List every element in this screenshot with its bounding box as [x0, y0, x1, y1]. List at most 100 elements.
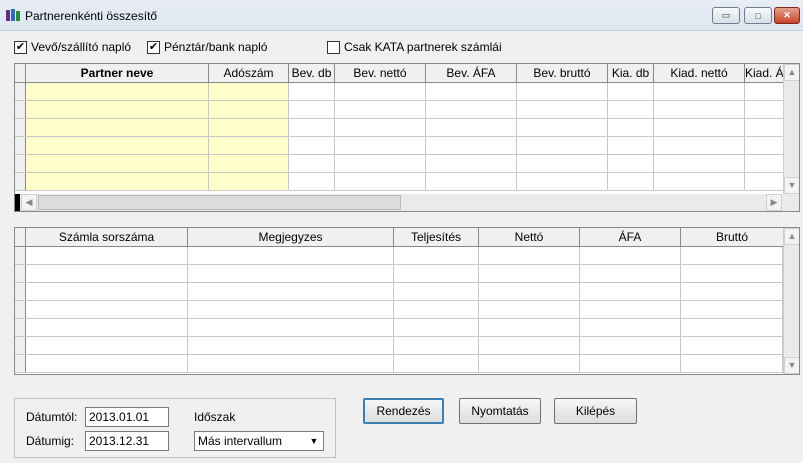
table-cell[interactable]	[289, 173, 335, 190]
table-cell[interactable]	[188, 355, 394, 372]
table-cell[interactable]	[479, 265, 580, 282]
table-cell[interactable]	[681, 319, 783, 336]
table-cell[interactable]	[426, 101, 517, 118]
sort-button[interactable]: Rendezés	[363, 398, 444, 424]
table-cell[interactable]	[608, 101, 654, 118]
table-cell[interactable]	[517, 101, 608, 118]
vevo-checkbox[interactable]: ✔ Vevő/szállító napló	[14, 40, 131, 54]
col-bev-db[interactable]: Bev. db	[289, 64, 335, 83]
table-row[interactable]	[15, 155, 785, 173]
table-cell[interactable]	[517, 119, 608, 136]
row-indicator[interactable]	[15, 173, 26, 190]
table-cell[interactable]	[681, 265, 783, 282]
period-select[interactable]: Más intervallum ▼	[194, 431, 324, 451]
col-brutto[interactable]: Bruttó	[681, 228, 783, 247]
row-indicator[interactable]	[15, 301, 26, 318]
col-szamla-sorszama[interactable]: Számla sorszáma	[26, 228, 188, 247]
table-cell[interactable]	[289, 83, 335, 100]
table-cell[interactable]	[654, 101, 745, 118]
print-button[interactable]: Nyomtatás	[459, 398, 541, 424]
col-megjegyzes[interactable]: Megjegyzes	[188, 228, 394, 247]
table-cell[interactable]	[26, 265, 188, 282]
scroll-left-icon[interactable]: ◀	[21, 194, 37, 211]
table-cell[interactable]	[580, 265, 681, 282]
invoice-grid[interactable]: Számla sorszáma Megjegyzes Teljesítés Ne…	[14, 227, 800, 375]
row-indicator[interactable]	[15, 119, 26, 136]
table-cell[interactable]	[479, 319, 580, 336]
col-netto[interactable]: Nettó	[479, 228, 580, 247]
row-indicator[interactable]	[15, 283, 26, 300]
table-cell[interactable]	[188, 283, 394, 300]
table-cell[interactable]	[335, 137, 426, 154]
table-cell[interactable]	[394, 337, 479, 354]
table-cell[interactable]	[26, 301, 188, 318]
close-button[interactable]: ✕	[774, 7, 800, 24]
row-indicator[interactable]	[15, 319, 26, 336]
table-cell[interactable]	[335, 119, 426, 136]
col-bev-brutto[interactable]: Bev. bruttó	[517, 64, 608, 83]
table-cell[interactable]	[209, 101, 289, 118]
table-cell[interactable]	[479, 283, 580, 300]
kata-checkbox[interactable]: Csak KATA partnerek számlái	[327, 40, 502, 54]
col-adoszam[interactable]: Adószám	[209, 64, 289, 83]
table-cell[interactable]	[745, 173, 785, 190]
table-cell[interactable]	[26, 337, 188, 354]
table-cell[interactable]	[335, 173, 426, 190]
table-cell[interactable]	[654, 83, 745, 100]
table-cell[interactable]	[580, 301, 681, 318]
row-indicator[interactable]	[15, 247, 26, 264]
table-cell[interactable]	[580, 337, 681, 354]
scroll-down-icon[interactable]: ▼	[784, 357, 799, 374]
table-row[interactable]	[15, 301, 783, 319]
table-cell[interactable]	[608, 83, 654, 100]
table-cell[interactable]	[335, 101, 426, 118]
table-row[interactable]	[15, 247, 783, 265]
table-cell[interactable]	[209, 173, 289, 190]
table-cell[interactable]	[681, 283, 783, 300]
table-cell[interactable]	[394, 265, 479, 282]
table-cell[interactable]	[654, 173, 745, 190]
table-cell[interactable]	[289, 155, 335, 172]
scroll-right-icon[interactable]: ▶	[766, 194, 782, 211]
col-teljesites[interactable]: Teljesítés	[394, 228, 479, 247]
table-cell[interactable]	[26, 173, 209, 190]
table-cell[interactable]	[289, 101, 335, 118]
table-row[interactable]	[15, 265, 783, 283]
table-row[interactable]	[15, 137, 785, 155]
partner-grid[interactable]: Partner neve Adószám Bev. db Bev. nettó …	[14, 63, 800, 212]
table-cell[interactable]	[394, 283, 479, 300]
table-cell[interactable]	[394, 355, 479, 372]
table-cell[interactable]	[188, 265, 394, 282]
table-cell[interactable]	[745, 101, 785, 118]
table-cell[interactable]	[26, 83, 209, 100]
partner-grid-hscroll[interactable]: ◀ ▶	[15, 194, 799, 211]
table-cell[interactable]	[745, 137, 785, 154]
table-cell[interactable]	[426, 83, 517, 100]
table-cell[interactable]	[654, 155, 745, 172]
table-cell[interactable]	[517, 173, 608, 190]
table-cell[interactable]	[681, 337, 783, 354]
table-cell[interactable]	[654, 137, 745, 154]
col-bev-afa[interactable]: Bev. ÁFA	[426, 64, 517, 83]
from-date-input[interactable]: 2013.01.01	[85, 407, 169, 427]
col-bev-netto[interactable]: Bev. nettó	[335, 64, 426, 83]
table-cell[interactable]	[479, 337, 580, 354]
table-cell[interactable]	[289, 137, 335, 154]
table-cell[interactable]	[426, 173, 517, 190]
row-indicator[interactable]	[15, 355, 26, 372]
table-cell[interactable]	[681, 247, 783, 264]
table-cell[interactable]	[654, 119, 745, 136]
table-cell[interactable]	[394, 319, 479, 336]
table-cell[interactable]	[209, 119, 289, 136]
invoice-grid-vscroll[interactable]: ▲ ▼	[783, 228, 799, 374]
col-kiad-netto[interactable]: Kiad. nettó	[654, 64, 745, 83]
table-cell[interactable]	[26, 137, 209, 154]
row-indicator[interactable]	[15, 83, 26, 100]
table-row[interactable]	[15, 355, 783, 373]
table-cell[interactable]	[426, 119, 517, 136]
table-cell[interactable]	[426, 155, 517, 172]
row-indicator[interactable]	[15, 265, 26, 282]
table-cell[interactable]	[26, 119, 209, 136]
table-cell[interactable]	[580, 355, 681, 372]
table-cell[interactable]	[517, 83, 608, 100]
